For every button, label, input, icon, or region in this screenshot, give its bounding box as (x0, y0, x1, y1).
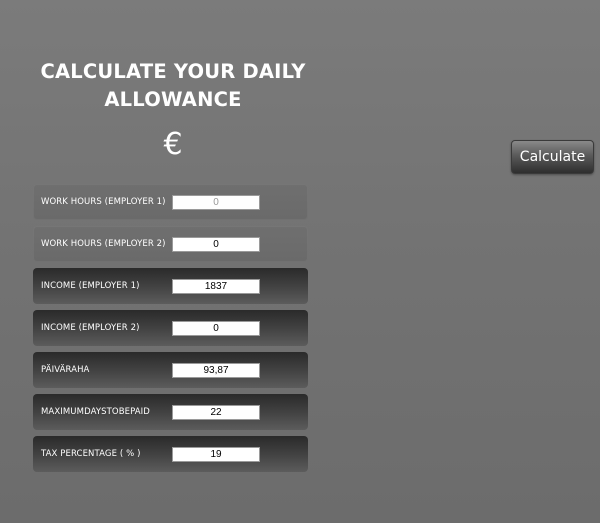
income-employer-2-input[interactable] (172, 320, 260, 336)
income-employer-2-label: INCOME (EMPLOYER 2) (41, 323, 140, 333)
tax-percentage-row: TAX PERCENTAGE ( % ) (33, 436, 308, 472)
work-hours-employer-1-row: WORK HOURS (EMPLOYER 1) (33, 184, 308, 220)
calculate-button[interactable]: Calculate (511, 140, 594, 174)
income-employer-1-label: INCOME (EMPLOYER 1) (41, 281, 140, 291)
work-hours-employer-1-input[interactable] (172, 194, 260, 210)
work-hours-employer-2-row: WORK HOURS (EMPLOYER 2) (33, 226, 308, 262)
euro-icon: € (163, 127, 183, 162)
paivaraha-input[interactable] (172, 362, 260, 378)
tax-percentage-input[interactable] (172, 446, 260, 462)
income-employer-2-row: INCOME (EMPLOYER 2) (33, 310, 308, 346)
page-title: CALCULATE YOUR DAILY ALLOWANCE (40, 60, 306, 111)
income-employer-1-row: INCOME (EMPLOYER 1) (33, 268, 308, 304)
max-days-row: MAXIMUMDAYSTOBEPAID (33, 394, 308, 430)
work-hours-employer-2-input[interactable] (172, 236, 260, 252)
work-hours-employer-1-label: WORK HOURS (EMPLOYER 1) (41, 197, 166, 207)
work-hours-employer-2-label: WORK HOURS (EMPLOYER 2) (41, 239, 166, 249)
paivaraha-label: PÄIVÄRAHA (41, 365, 90, 375)
max-days-input[interactable] (172, 404, 260, 420)
income-employer-1-input[interactable] (172, 278, 260, 294)
max-days-label: MAXIMUMDAYSTOBEPAID (41, 407, 150, 417)
tax-percentage-label: TAX PERCENTAGE ( % ) (41, 449, 141, 459)
paivaraha-row: PÄIVÄRAHA (33, 352, 308, 388)
